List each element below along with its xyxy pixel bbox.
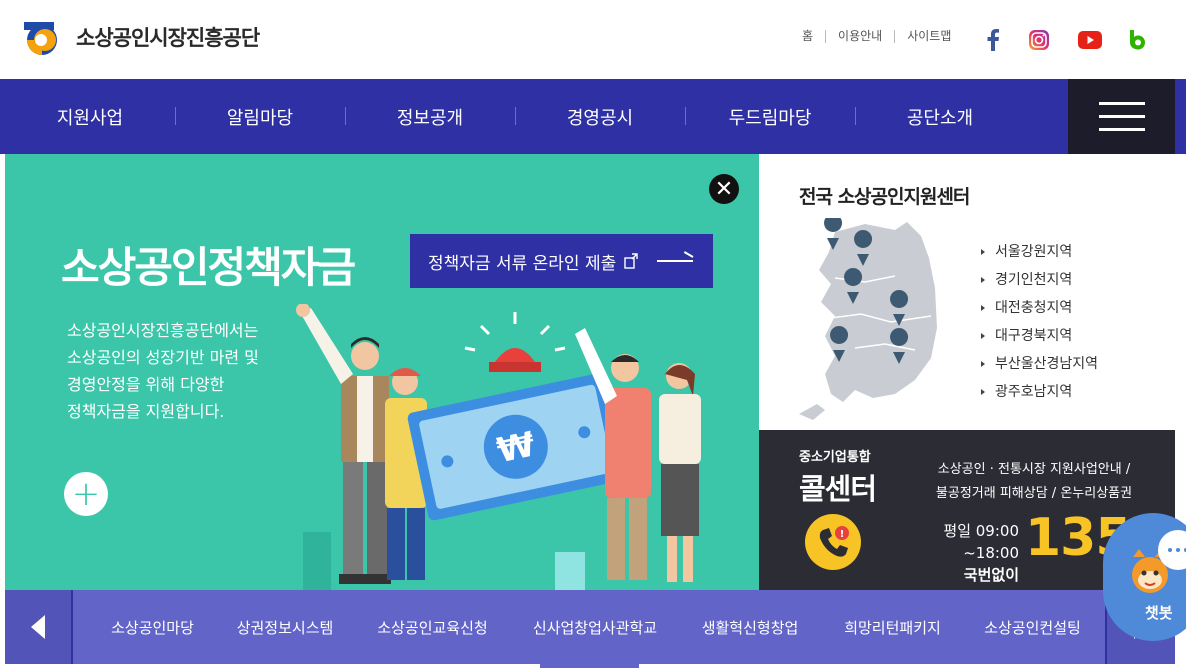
quick-item-sanggwon-info[interactable]: 상권정보시스템 (220, 590, 350, 664)
svg-text:!: ! (840, 529, 845, 540)
online-submit-label: 정책자금 서류 온라인 제출 (428, 253, 617, 274)
banner-desc-line: 정책자금을 지원합니다. (67, 402, 225, 421)
region-link-busan-ulsan-gyeongnam[interactable]: 부산울산경남지역 (981, 350, 1098, 378)
centers-title: 전국 소상공인지원센터 (799, 186, 970, 208)
banner-desc-line: 소상공인의 성장기반 마련 및 (67, 348, 259, 367)
site-logo[interactable]: 소상공인시장진흥공단 (20, 18, 260, 56)
blog-icon[interactable] (1126, 28, 1150, 52)
nav-item-notice[interactable]: 알림마당 (175, 79, 345, 154)
triangle-bullet-icon (981, 305, 985, 311)
support-centers-panel: 전국 소상공인지원센터 서울강원지역 경기인천지역 대전충청지역 대구경북지역 … (759, 154, 1175, 430)
main-nav: 지원사업 알림마당 정보공개 경영공시 두드림마당 공단소개 (0, 79, 1186, 154)
youtube-icon[interactable] (1078, 28, 1102, 52)
nav-item-about[interactable]: 공단소개 (855, 79, 1025, 154)
quick-item-education[interactable]: 소상공인교육신청 (360, 590, 505, 664)
prev-arrow-icon[interactable] (5, 590, 73, 664)
util-home-link[interactable]: 홈 (790, 30, 827, 43)
call-center-subtitle: 중소기업통합 (799, 450, 871, 465)
business-hours: 평일 09:00 ~18:00 (943, 522, 1019, 562)
region-label: 대구경북지역 (995, 328, 1073, 344)
util-nav: 홈 이용안내 사이트맵 (790, 30, 963, 43)
nav-edge (1175, 79, 1186, 154)
quick-menu-indicator (540, 661, 639, 668)
logo-text: 소상공인시장진흥공단 (76, 26, 260, 50)
region-link-daejeon-chungcheong[interactable]: 대전충청지역 (981, 294, 1098, 322)
util-sitemap-link[interactable]: 사이트맵 (895, 30, 963, 43)
banner-desc-line: 소상공인시장진흥공단에서는 (67, 321, 259, 340)
call-center-title: 콜센터 (799, 472, 877, 506)
triangle-bullet-icon (981, 249, 985, 255)
upload-icon (624, 253, 638, 269)
triangle-bullet-icon (981, 389, 985, 395)
plus-icon[interactable]: + (64, 472, 108, 516)
triangle-bullet-icon (981, 361, 985, 367)
region-link-seoul-gangwon[interactable]: 서울강원지역 (981, 238, 1098, 266)
quick-item-life-innovation[interactable]: 생활혁신형창업 (680, 590, 820, 664)
page: 소상공인시장진흥공단 홈 이용안내 사이트맵 지원사업 알림마당 정보공개 경영… (0, 0, 1186, 668)
facebook-icon[interactable] (981, 28, 1005, 52)
instagram-icon[interactable] (1027, 28, 1051, 52)
top-header: 소상공인시장진흥공단 홈 이용안내 사이트맵 (0, 0, 1186, 79)
arrow-right-icon (657, 260, 693, 262)
nav-item-dodream[interactable]: 두드림마당 (685, 79, 855, 154)
quick-item-consulting[interactable]: 소상공인컨설팅 (960, 590, 1105, 664)
logo-icon (24, 22, 57, 55)
region-list: 서울강원지역 경기인천지역 대전충청지역 대구경북지역 부산울산경남지역 광주호… (981, 238, 1098, 406)
nav-item-disclosure[interactable]: 정보공개 (345, 79, 515, 154)
region-label: 부산울산경남지역 (995, 356, 1099, 372)
chat-bubble-icon (1158, 530, 1186, 570)
region-label: 경기인천지역 (995, 272, 1073, 288)
main-banner: 소상공인정책자금 정책자금 서류 온라인 제출 소상공인시장진흥공단에서는 소상… (5, 154, 759, 590)
banner-desc-line: 경영안정을 위해 다양한 (67, 375, 225, 394)
hamburger-icon[interactable] (1068, 79, 1175, 154)
call-center-desc-line: 소상공인 · 전통시장 지원사업안내 / (937, 462, 1131, 477)
banner-title: 소상공인정책자금 (61, 243, 356, 292)
online-submit-button[interactable]: 정책자금 서류 온라인 제출 (410, 234, 713, 288)
no-area-code-label: 국번없이 (963, 566, 1019, 584)
quick-menu: 소상공인마당 상권정보시스템 소상공인교육신청 신사업창업사관학교 생활혁신형창… (5, 590, 1175, 664)
region-link-gwangju-honam[interactable]: 광주호남지역 (981, 378, 1098, 406)
banner-description: 소상공인시장진흥공단에서는 소상공인의 성장기반 마련 및 경영안정을 위해 다… (67, 317, 307, 425)
region-link-gyeonggi-incheon[interactable]: 경기인천지역 (981, 266, 1098, 294)
call-center-description: 소상공인 · 전통시장 지원사업안내 / 불공정거래 피해상담 / 온누리상품권 (919, 458, 1149, 506)
triangle-bullet-icon (981, 277, 985, 283)
nav-item-support[interactable]: 지원사업 (5, 79, 175, 154)
korea-map (799, 218, 937, 420)
region-label: 서울강원지역 (995, 244, 1073, 260)
close-icon[interactable]: ✕ (709, 174, 739, 204)
chatbot-label: 챗봇 (1145, 604, 1173, 622)
call-center-hours: 평일 09:00 ~18:00 국번없이 (885, 520, 1019, 586)
triangle-bullet-icon (981, 333, 985, 339)
region-link-daegu-gyeongbuk[interactable]: 대구경북지역 (981, 322, 1098, 350)
call-center-desc-line: 불공정거래 피해상담 / 온누리상품권 (935, 486, 1133, 501)
region-label: 대전충청지역 (995, 300, 1073, 316)
phone-icon: ! (805, 514, 861, 570)
nav-item-management[interactable]: 경영공시 (515, 79, 685, 154)
quick-item-startup-academy[interactable]: 신사업창업사관학교 (515, 590, 675, 664)
quick-item-hope-return[interactable]: 희망리턴패키지 (820, 590, 965, 664)
policy-fund-illustration: ₩ (296, 304, 701, 590)
quick-item-sosang-madang[interactable]: 소상공인마당 (75, 590, 230, 664)
region-label: 광주호남지역 (995, 384, 1073, 400)
util-guide-link[interactable]: 이용안내 (826, 30, 896, 43)
